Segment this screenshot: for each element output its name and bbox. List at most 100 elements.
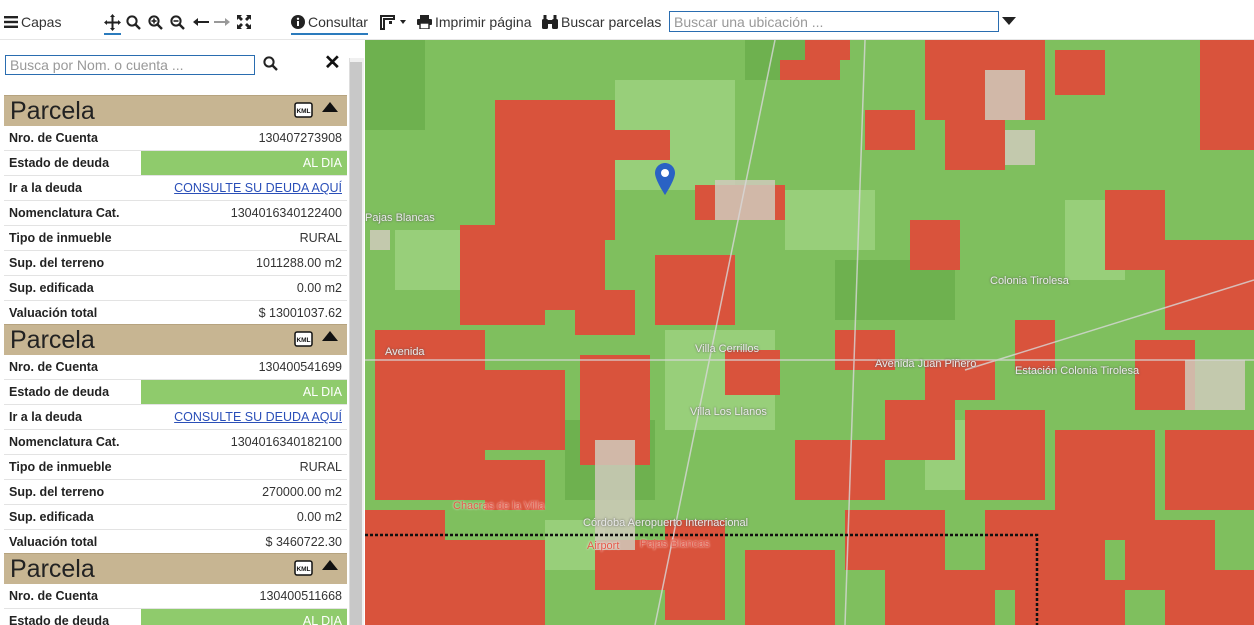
parcel-panel: ✕ Parcela KML Nro. de Cuenta 130407273908…: [0, 40, 365, 625]
field-value: $ 3460722.30: [265, 535, 342, 549]
arrow-left-icon: [193, 17, 209, 27]
arrow-right-icon: [214, 17, 230, 27]
field-label: Sup. edificada: [9, 510, 94, 524]
field-label: Sup. del terreno: [9, 256, 105, 270]
debt-status-value: AL DIA: [302, 156, 342, 170]
map-label: Avenida: [385, 346, 425, 358]
draw-tool-dropdown[interactable]: [380, 12, 406, 32]
consult-button[interactable]: Consultar: [291, 12, 368, 35]
field-value: 1304016340182100: [230, 435, 342, 449]
parcel-title: Parcela: [10, 97, 95, 125]
field-value: RURAL: [299, 460, 342, 474]
field-value: $ 13001037.62: [258, 306, 342, 320]
parcel-search-input[interactable]: [5, 55, 255, 75]
field-row: Estado de deuda AL DIA: [4, 609, 347, 625]
field-label: Estado de deuda: [9, 385, 110, 399]
field-value: 130407273908: [258, 131, 342, 145]
draw-icon: [380, 14, 396, 30]
map-canvas[interactable]: [365, 40, 1254, 625]
print-label: Imprimir página: [435, 14, 532, 30]
parcel-title: Parcela: [10, 555, 95, 583]
pan-icon: [104, 13, 121, 31]
consult-label: Consultar: [308, 14, 368, 30]
kml-icon[interactable]: KML: [294, 560, 313, 576]
parcel-header[interactable]: Parcela KML: [4, 553, 347, 584]
field-label: Tipo de inmueble: [9, 231, 112, 245]
collapse-icon[interactable]: [322, 560, 338, 570]
map-label: Estación Colonia Tirolesa: [1015, 365, 1140, 377]
field-label: Sup. edificada: [9, 281, 94, 295]
map-label: Villa Los Llanos: [690, 406, 767, 418]
layers-button[interactable]: Capas: [4, 12, 61, 32]
field-value: 0.00 m2: [296, 510, 342, 524]
svg-text:KML: KML: [296, 108, 310, 115]
collapse-icon[interactable]: [322, 331, 338, 341]
map-label: Pajas Blancas: [365, 212, 435, 224]
location-search-input[interactable]: [669, 11, 999, 32]
field-row: Tipo de inmueble RURAL: [4, 226, 347, 251]
field-label: Ir a la deuda: [9, 410, 82, 424]
pan-tool[interactable]: [104, 12, 121, 35]
field-value: 1011288.00 m2: [256, 256, 342, 270]
field-row: Sup. del terreno 1011288.00 m2: [4, 251, 347, 276]
parcel-header[interactable]: Parcela KML: [4, 95, 347, 126]
debt-link[interactable]: CONSULTE SU DEUDA AQUÍ: [174, 410, 342, 424]
field-label: Sup. del terreno: [9, 485, 105, 499]
chevron-down-icon: [400, 20, 406, 24]
debt-status-value: AL DIA: [302, 385, 342, 399]
field-row: Sup. del terreno 270000.00 m2: [4, 480, 347, 505]
field-row: Ir a la deuda CONSULTE SU DEUDA AQUÍ: [4, 176, 347, 201]
parcel-card: Parcela KML Nro. de Cuenta 130407273908 E…: [4, 95, 347, 326]
parcel-header[interactable]: Parcela KML: [4, 324, 347, 355]
svg-text:KML: KML: [296, 337, 310, 344]
map-label: Chacras de la Villa: [453, 500, 545, 512]
zoom-in-icon: [148, 14, 163, 30]
field-value: 130400511668: [259, 589, 343, 603]
kml-icon[interactable]: KML: [294, 102, 313, 118]
map-label: Córdoba Aeropuerto Internacional: [583, 517, 749, 529]
close-panel-button[interactable]: ✕: [324, 50, 341, 75]
fullscreen-icon: [237, 15, 251, 29]
map-view[interactable]: Pajas Blancas Colonia Tirolesa Avenida J…: [365, 40, 1254, 625]
print-button[interactable]: Imprimir página: [417, 12, 531, 32]
parcel-card: Parcela KML Nro. de Cuenta 130400541699 E…: [4, 324, 347, 555]
field-label: Estado de deuda: [9, 156, 110, 170]
collapse-icon[interactable]: [322, 102, 338, 112]
map-pin-icon[interactable]: [655, 163, 675, 198]
search-tool[interactable]: [126, 12, 141, 32]
find-parcels-button[interactable]: Buscar parcelas: [542, 12, 661, 32]
field-label: Nomenclatura Cat.: [9, 435, 120, 449]
field-label: Valuación total: [9, 306, 98, 320]
location-dropdown-caret[interactable]: [1002, 17, 1016, 25]
parcel-title: Parcela: [10, 326, 95, 354]
search-icon[interactable]: [263, 56, 278, 71]
next-extent-button[interactable]: [214, 12, 230, 32]
svg-text:KML: KML: [296, 566, 310, 573]
field-value: 0.00 m2: [296, 281, 342, 295]
map-label: Colonia Tirolesa: [990, 275, 1069, 287]
layers-label: Capas: [21, 14, 62, 30]
zoom-out-icon: [170, 14, 185, 30]
find-parcels-label: Buscar parcelas: [561, 14, 662, 30]
zoom-out-button[interactable]: [170, 12, 185, 32]
map-label: Villa Cerrillos: [695, 343, 759, 355]
parcel-search: [5, 55, 278, 75]
zoom-in-button[interactable]: [148, 12, 163, 32]
kml-icon[interactable]: KML: [294, 331, 313, 347]
field-label: Nro. de Cuenta: [9, 589, 98, 603]
field-row: Nomenclatura Cat. 1304016340122400: [4, 201, 347, 226]
field-row: Nro. de Cuenta 130400541699: [4, 355, 347, 380]
full-extent-button[interactable]: [237, 12, 251, 32]
toolbar: Capas Consultar Imprimir página Buscar p…: [0, 0, 1254, 40]
map-label: Airport: [587, 540, 620, 552]
scrollbar-thumb[interactable]: [350, 62, 362, 625]
debt-link[interactable]: CONSULTE SU DEUDA AQUÍ: [174, 181, 342, 195]
previous-extent-button[interactable]: [193, 12, 209, 32]
field-row: Valuación total $ 13001037.62: [4, 301, 347, 326]
search-icon: [126, 14, 141, 30]
map-label: Avenida Juan Piñero: [875, 358, 977, 370]
field-label: Tipo de inmueble: [9, 460, 112, 474]
field-row: Nomenclatura Cat. 1304016340182100: [4, 430, 347, 455]
field-row: Valuación total $ 3460722.30: [4, 530, 347, 555]
field-value: 130400541699: [258, 360, 342, 374]
